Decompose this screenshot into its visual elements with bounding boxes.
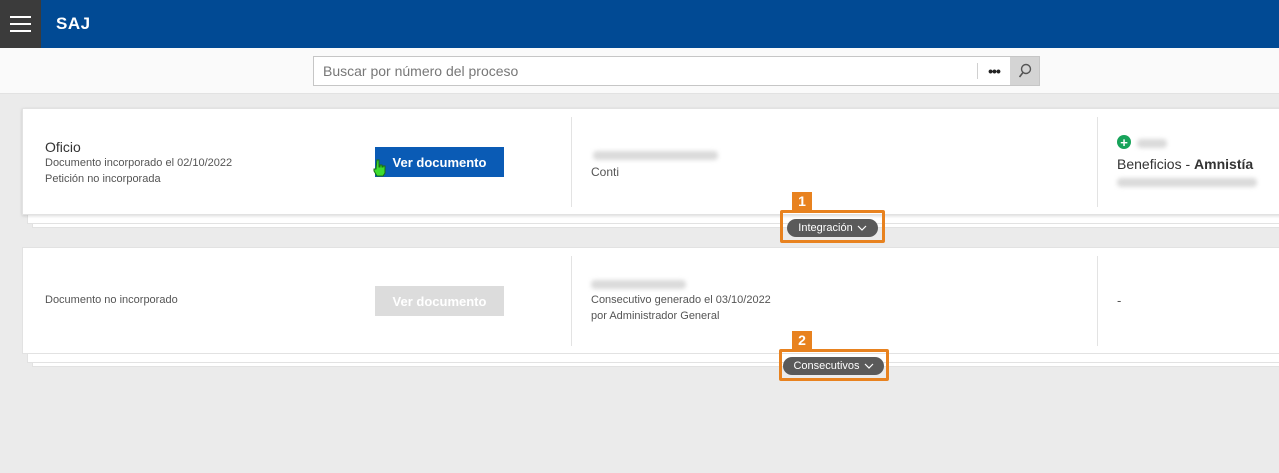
view-document-button[interactable]: Ver documento [375,147,504,177]
petition-status: Petición no incorporada [45,173,161,185]
consecutivos-toggle-label: Consecutivos [793,360,860,372]
consecutivos-toggle[interactable]: Consecutivos [783,357,884,375]
integration-toggle-label: Integración [798,222,853,234]
document-status: Documento incorporado el 02/10/2022 [45,157,233,169]
document-card-oficio: Oficio Documento incorporado el 02/10/20… [22,108,1279,215]
view-document-button-disabled: Ver documento [375,286,504,316]
benefit-separator: - [1181,156,1195,172]
blurred-text [1137,139,1167,148]
blurred-text [593,151,718,160]
column-divider [1097,117,1098,207]
blurred-text [591,280,686,289]
callout-number: 1 [792,192,812,210]
chevron-down-icon [864,363,873,369]
column-divider [571,256,572,346]
document-title: Oficio [45,139,81,155]
callout-number: 2 [792,331,812,349]
document-card-consecutivo: Documento no incorporado Ver documento C… [22,247,1279,354]
benefit-title: Beneficios [1117,156,1182,172]
search-bar: ••• [0,48,1279,94]
card-stack-layer [27,214,1279,224]
more-options-icon[interactable]: ••• [979,57,1009,85]
search-input[interactable] [314,57,976,85]
empty-value: - [1117,293,1122,308]
consecutive-author: por Administrador General [591,310,720,322]
process-detail: Conti [591,165,620,179]
benefit-name: Amnistía [1194,156,1254,172]
column-divider [571,117,572,207]
column-divider [1097,256,1098,346]
search-icon [1018,63,1031,78]
integration-toggle[interactable]: Integración [787,219,878,237]
app-title: SAJ [56,14,91,33]
search-button[interactable] [1010,57,1039,85]
search-divider [977,63,978,79]
chevron-down-icon [857,225,867,231]
blurred-text [1117,178,1257,187]
top-bar: SAJ [0,0,1279,48]
consecutive-generated: Consecutivo generado el 03/10/2022 [591,294,771,306]
document-status: Documento no incorporado [45,294,178,306]
search-box: ••• [313,56,1040,86]
hand-cursor-icon [373,159,386,177]
hamburger-icon[interactable] [0,0,41,48]
add-icon[interactable]: + [1117,135,1131,149]
card-stack-layer [27,353,1279,363]
benefit-label: Beneficios - Amnistía [1117,156,1253,172]
